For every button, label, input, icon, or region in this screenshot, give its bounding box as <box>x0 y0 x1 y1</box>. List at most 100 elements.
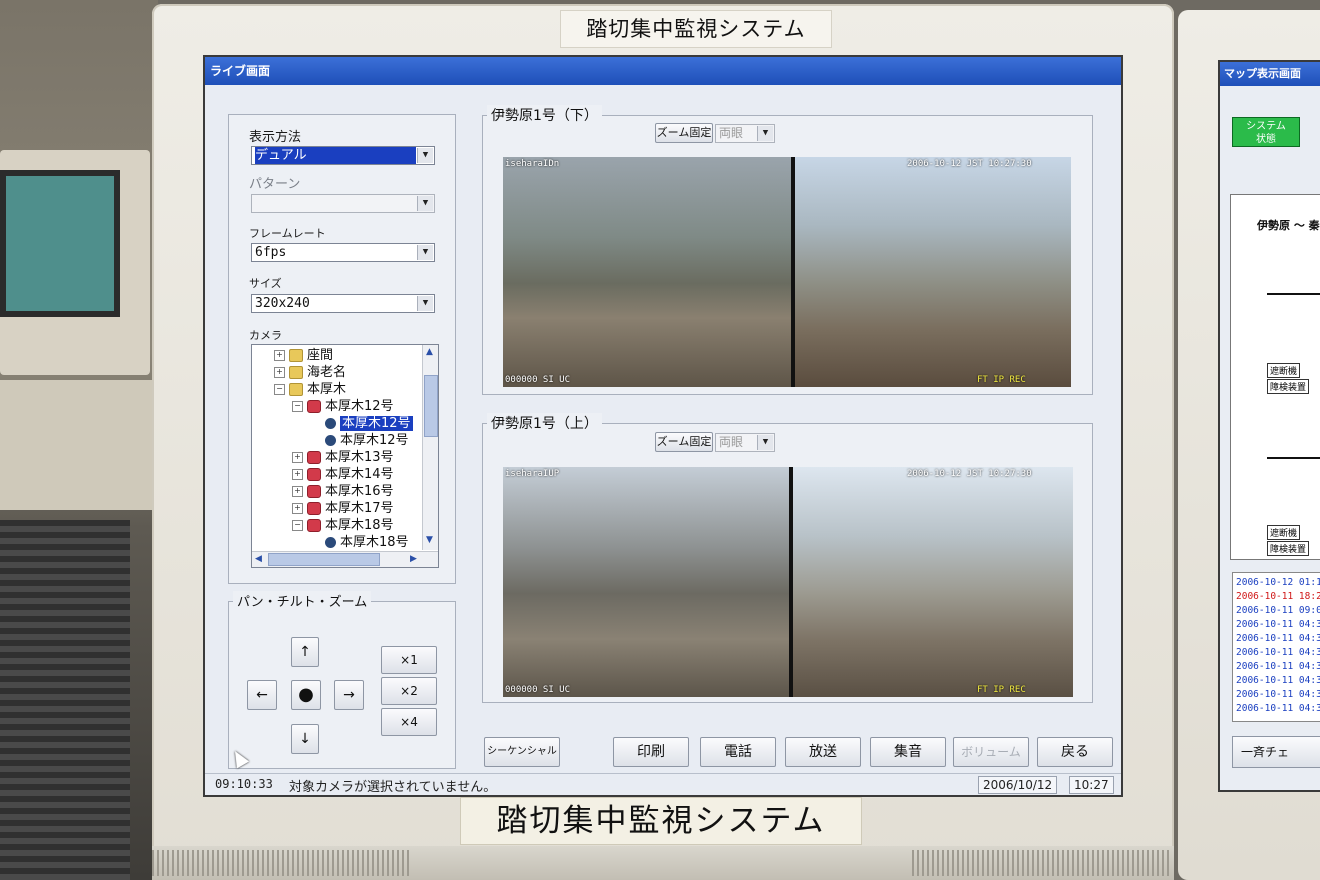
log-entry[interactable]: 2006-10-11 04:3 <box>1236 689 1320 700</box>
camera-2-title: 伊勢原1号（上） <box>487 413 602 433</box>
tree-item[interactable]: 本厚木12号 <box>310 432 409 449</box>
system-status-button[interactable]: システム 状態 <box>1232 117 1300 147</box>
map-title: 伊勢原 ～ 秦 <box>1257 219 1320 232</box>
video-left-view <box>503 157 791 387</box>
tree-item[interactable]: + 海老名 <box>274 364 346 381</box>
log-entry[interactable]: 2006-10-11 09:0 <box>1236 605 1320 616</box>
monitor-base <box>152 846 1174 880</box>
camera-1-zoom-fixed-button[interactable]: ズーム固定 <box>655 123 713 143</box>
status-bar: 09:10:33 対象カメラが選択されていません。 2006/10/12 10:… <box>205 773 1121 795</box>
sequential-settings-button[interactable]: シーケンシャル設定 <box>484 737 560 785</box>
gate-tag[interactable]: 遮断機 <box>1267 363 1301 378</box>
tree-item-label: 本厚木12号 <box>340 416 413 431</box>
tilt-down-button[interactable]: ↓ <box>291 724 319 754</box>
gate-tag[interactable]: 遮断機 <box>1267 525 1301 540</box>
tree-item[interactable]: + 本厚木17号 <box>292 500 394 517</box>
log-entry[interactable]: 2006-10-11 04:3 <box>1236 703 1320 714</box>
tree-item[interactable]: + 本厚木14号 <box>292 466 394 483</box>
expand-icon[interactable]: + <box>274 367 285 378</box>
tree-item[interactable]: − 本厚木18号 <box>292 517 394 534</box>
tree-item[interactable]: + 本厚木16号 <box>292 483 394 500</box>
log-entry[interactable]: 2006-10-11 18:2 <box>1236 591 1320 602</box>
scroll-right-icon[interactable]: ▶ <box>410 554 417 564</box>
broadcast-all-button[interactable]: 一斉チェ <box>1232 736 1320 768</box>
chevron-down-icon[interactable]: ▼ <box>757 435 773 450</box>
broadcast-button[interactable]: 放送 <box>785 737 861 767</box>
frame-rate-select[interactable]: 6fps ▼ <box>251 243 435 262</box>
chevron-down-icon[interactable]: ▼ <box>417 245 433 260</box>
scroll-thumb[interactable] <box>424 375 438 437</box>
log-entry[interactable]: 2006-10-11 04:3 <box>1236 661 1320 672</box>
expand-icon[interactable]: + <box>292 503 303 514</box>
folder-icon <box>289 349 303 362</box>
chevron-down-icon[interactable]: ▼ <box>417 296 433 311</box>
log-entry[interactable]: 2006-10-11 04:3 <box>1236 675 1320 686</box>
camera-1-osd-status: 000000 SI UC <box>505 375 571 385</box>
tree-item-label: 本厚木17号 <box>325 501 394 516</box>
pattern-select[interactable]: ▼ <box>251 194 435 213</box>
tree-item-label: 本厚木16号 <box>325 484 394 499</box>
tree-item[interactable]: 本厚木18号 <box>310 534 409 551</box>
size-select[interactable]: 320x240 ▼ <box>251 294 435 313</box>
chevron-down-icon[interactable]: ▼ <box>417 148 433 163</box>
speaker-grille <box>152 850 412 876</box>
camera-tree[interactable]: + 座間 + 海老名 − 本厚木 − 本厚木12号 本厚木12号 本厚木12号 + 本厚木13号 + 本厚… <box>251 344 439 568</box>
print-button[interactable]: 印刷 <box>613 737 689 767</box>
video-split-divider <box>789 467 793 697</box>
chevron-down-icon[interactable]: ▼ <box>417 196 433 211</box>
tree-item-label: 本厚木13号 <box>325 450 394 465</box>
status-message: 対象カメラが選択されていません。 <box>289 780 497 795</box>
detector-tag[interactable]: 障検装置 <box>1267 379 1310 394</box>
log-entry[interactable]: 2006-10-11 04:3 <box>1236 633 1320 644</box>
scroll-left-icon[interactable]: ◀ <box>255 554 262 564</box>
scroll-down-icon[interactable]: ▼ <box>426 535 433 545</box>
camera-1-video[interactable]: iseharaIDn 2006-10-12 JST 10:27:30 00000… <box>503 157 1071 387</box>
tree-item[interactable]: 本厚木12号 <box>310 415 413 432</box>
detector-tag[interactable]: 障検装置 <box>1267 541 1310 556</box>
collapse-icon[interactable]: − <box>292 401 303 412</box>
volume-button[interactable]: ボリューム <box>953 737 1029 767</box>
tree-item[interactable]: − 本厚木 <box>274 381 346 398</box>
log-entry[interactable]: 2006-10-11 04:3 <box>1236 647 1320 658</box>
tilt-up-button[interactable]: ↑ <box>291 637 319 667</box>
ptz-title: パン・チルト・ズーム <box>233 591 372 610</box>
collapse-icon[interactable]: − <box>274 384 285 395</box>
collect-audio-button[interactable]: 集音 <box>870 737 946 767</box>
expand-icon[interactable]: + <box>292 469 303 480</box>
display-method-select[interactable]: デュアル ▼ <box>251 146 435 165</box>
line-map: 伊勢原 ～ 秦 遮断機 障検装置 遮断機 障検装置 <box>1230 194 1320 560</box>
log-entry[interactable]: 2006-10-12 01:1 <box>1236 577 1320 588</box>
camera-2-zoom-fixed-button[interactable]: ズーム固定 <box>655 432 713 452</box>
tree-item-label: 座間 <box>307 348 334 363</box>
zoom-x4-button[interactable]: ×4 <box>381 708 437 736</box>
tree-item[interactable]: + 座間 <box>274 347 333 364</box>
expand-icon[interactable]: + <box>292 452 303 463</box>
tree-item[interactable]: + 本厚木13号 <box>292 449 394 466</box>
tree-item-label: 本厚木 <box>307 382 347 397</box>
status-clock: 10:27 <box>1069 776 1114 794</box>
log-entry[interactable]: 2006-10-11 04:3 <box>1236 619 1320 630</box>
pan-right-button[interactable]: → <box>334 680 364 710</box>
pan-left-button[interactable]: ← <box>247 680 277 710</box>
scroll-thumb[interactable] <box>268 553 380 566</box>
camera-2-zoom-select[interactable]: 両眼 ▼ <box>715 433 775 452</box>
side-terminal-screen <box>0 170 120 317</box>
scroll-up-icon[interactable]: ▲ <box>426 347 433 357</box>
ptz-center-button[interactable]: ● <box>291 680 321 710</box>
phone-button[interactable]: 電話 <box>700 737 776 767</box>
chevron-down-icon[interactable]: ▼ <box>757 126 773 141</box>
camera-2-video[interactable]: iseharaIUP 2006-10-12 JST 10:27:30 00000… <box>503 467 1073 697</box>
zoom-x1-button[interactable]: ×1 <box>381 646 437 674</box>
back-button[interactable]: 戻る <box>1037 737 1113 767</box>
expand-icon[interactable]: + <box>292 486 303 497</box>
collapse-icon[interactable]: − <box>292 520 303 531</box>
camera-icon <box>307 485 321 498</box>
tree-item[interactable]: − 本厚木12号 <box>292 398 394 415</box>
camera-1-zoom-select[interactable]: 両眼 ▼ <box>715 124 775 143</box>
tree-horizontal-scrollbar[interactable]: ◀ ▶ <box>252 551 438 567</box>
tree-vertical-scrollbar[interactable]: ▲ ▼ <box>422 345 438 550</box>
camera-1-title: 伊勢原1号（下） <box>487 105 602 125</box>
event-log[interactable]: 2006-10-12 01:1 2006-10-11 18:2 2006-10-11… <box>1232 572 1320 722</box>
expand-icon[interactable]: + <box>274 350 285 361</box>
zoom-x2-button[interactable]: ×2 <box>381 677 437 705</box>
